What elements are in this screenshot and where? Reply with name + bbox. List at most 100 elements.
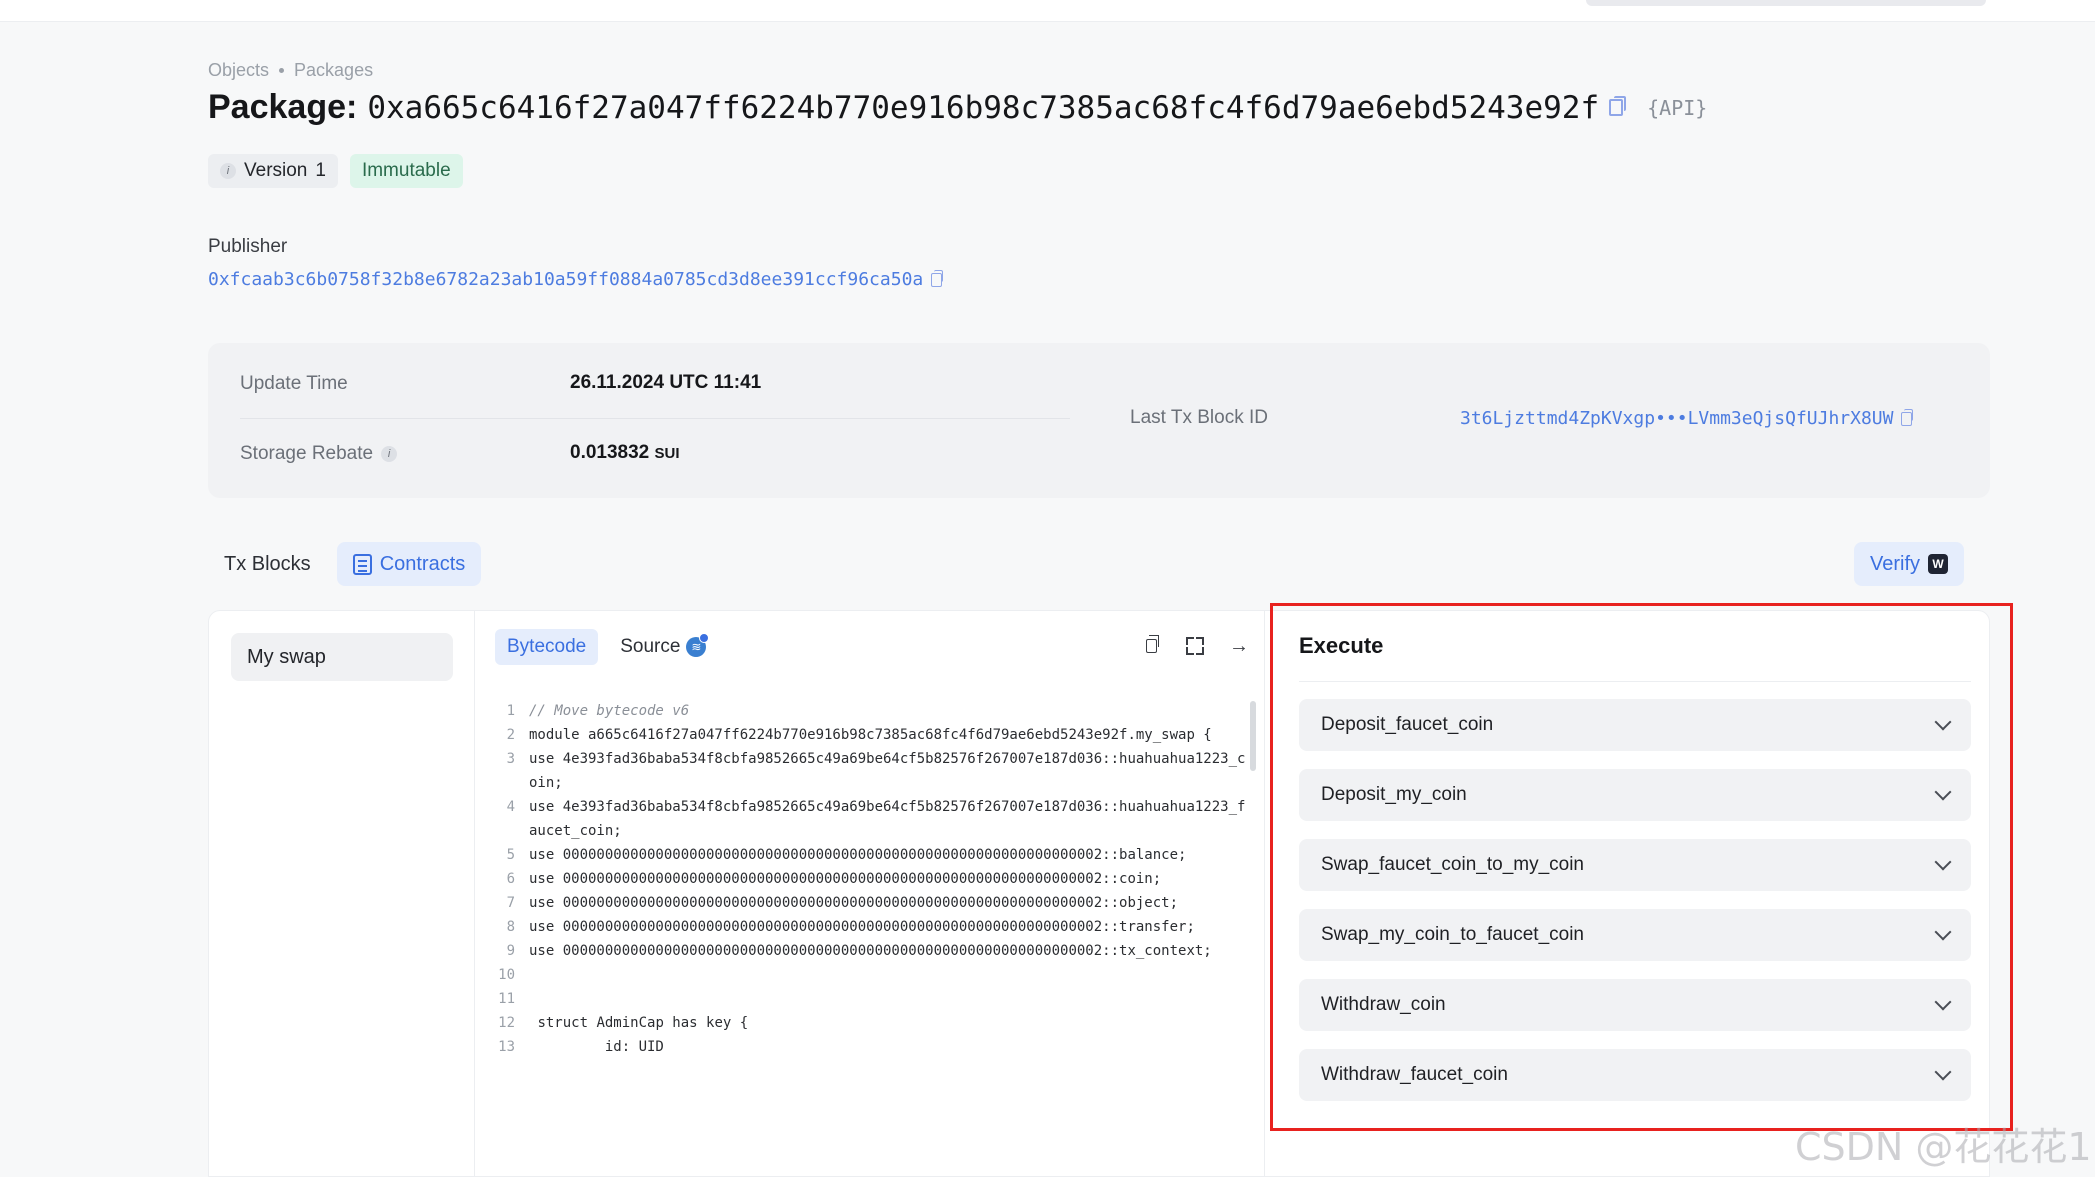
code-text: struct AdminCap has key { (529, 1015, 749, 1031)
execute-pane: Execute Deposit_faucet_coin Deposit_my_co… (1265, 611, 1991, 1177)
breadcrumb-packages[interactable]: Packages (294, 60, 373, 81)
tab-contracts[interactable]: Contracts (336, 542, 482, 586)
storage-rebate-value: 0.013832 SUI (570, 442, 680, 464)
function-item[interactable]: Swap_my_coin_to_faucet_coin (1299, 909, 1971, 961)
line-number: 4 (506, 799, 515, 815)
code-line: 12 struct AdminCap has key { (487, 1011, 1247, 1035)
function-label: Swap_faucet_coin_to_my_coin (1321, 854, 1585, 875)
arrow-right-icon[interactable]: → (1228, 635, 1250, 657)
chevron-down-icon (1934, 853, 1952, 871)
code-text: module a665c6416f27a047ff6224b770e916b98… (529, 727, 1212, 743)
execute-title: Execute (1299, 633, 1384, 658)
code-text: use 000000000000000000000000000000000000… (529, 871, 1162, 887)
function-item[interactable]: Swap_faucet_coin_to_my_coin (1299, 839, 1971, 891)
code-line: 2 module a665c6416f27a047ff6224b770e916b9… (487, 723, 1247, 747)
storage-rebate-amount: 0.013832 (570, 442, 650, 463)
code-line: 5 use 00000000000000000000000000000000000… (487, 843, 1247, 867)
code-line: 3 use 4e393fad36baba534f8cbfa9852665c49a6… (487, 747, 1247, 795)
watermark: CSDN @花花花1 (1795, 1125, 2092, 1169)
code-text: use 000000000000000000000000000000000000… (529, 943, 1212, 959)
version-label: Version (244, 160, 308, 181)
code-line: 4 use 4e393fad36baba534f8cbfa9852665c49a6… (487, 795, 1247, 843)
function-item[interactable]: Withdraw_coin (1299, 979, 1971, 1031)
function-label: Deposit_my_coin (1321, 784, 1467, 805)
package-address: 0xa665c6416f27a047ff6224b770e916b98c7385… (367, 89, 1600, 126)
line-number: 5 (506, 847, 515, 863)
function-item[interactable]: Withdraw_faucet_coin (1299, 1049, 1971, 1101)
function-label: Withdraw_faucet_coin (1321, 1064, 1508, 1085)
update-time-value: 26.11.2024 UTC 11:41 (570, 372, 762, 393)
code-scrollbar[interactable] (1250, 701, 1256, 771)
last-tx-value: 3t6Ljzttmd4ZpKVxgp•••LVmm3eQjsQfUJhrX8UW (1460, 408, 1914, 429)
line-number: 1 (506, 703, 515, 719)
verify-logo-icon: W (1928, 554, 1949, 574)
copy-code-button[interactable] (1140, 635, 1162, 657)
copy-icon[interactable] (1901, 408, 1914, 426)
copy-icon[interactable] (931, 269, 944, 287)
tab-bytecode[interactable]: Bytecode (495, 629, 599, 665)
api-link[interactable]: {API} (1647, 96, 1707, 120)
copy-icon[interactable] (1609, 96, 1627, 116)
module-list: My swap (209, 611, 475, 1177)
breadcrumb: Objects Packages (208, 60, 373, 81)
code-line: 8 use 00000000000000000000000000000000000… (487, 915, 1247, 939)
publisher-label: Publisher (208, 236, 288, 257)
verify-label: Verify (1870, 552, 1921, 575)
verify-button[interactable]: Verify W (1854, 542, 1965, 586)
line-number: 13 (498, 1039, 515, 1055)
code-text: use 000000000000000000000000000000000000… (529, 919, 1195, 935)
line-number: 8 (506, 919, 515, 935)
info-icon[interactable]: i (220, 163, 236, 179)
line-number: 12 (498, 1015, 515, 1031)
tab-source[interactable]: Source ≋ (608, 629, 718, 665)
storage-rebate-label-text: Storage Rebate (240, 443, 374, 464)
function-label: Withdraw_coin (1321, 994, 1446, 1015)
package-tabs: Tx Blocks Contracts (208, 542, 482, 586)
code-line: 9 use 00000000000000000000000000000000000… (487, 939, 1247, 963)
code-text: use 000000000000000000000000000000000000… (529, 847, 1187, 863)
source-verified-icon: ≋ (686, 633, 710, 657)
line-number: 10 (498, 967, 515, 983)
page-title-prefix: Package: (208, 88, 358, 126)
last-tx-link[interactable]: 3t6Ljzttmd4ZpKVxgp•••LVmm3eQjsQfUJhrX8UW (1460, 408, 1893, 429)
top-bar (0, 0, 2095, 22)
publisher-address: 0xfcaab3c6b0758f32b8e6782a23ab10a59ff088… (208, 269, 944, 290)
version-value: 1 (315, 160, 326, 181)
module-item-my-swap[interactable]: My swap (231, 633, 453, 681)
info-icon[interactable]: i (381, 446, 398, 462)
breadcrumb-objects[interactable]: Objects (208, 60, 269, 81)
chevron-down-icon (1934, 923, 1952, 941)
line-number: 9 (506, 943, 515, 959)
code-text: // Move bytecode v6 (529, 703, 690, 719)
package-info-card: Update Time 26.11.2024 UTC 11:41 Storage… (208, 343, 1990, 498)
update-time-label: Update Time (240, 373, 348, 394)
last-tx-label: Last Tx Block ID (1130, 407, 1268, 428)
function-label: Deposit_faucet_coin (1321, 714, 1494, 735)
line-number: 7 (506, 895, 515, 911)
function-item[interactable]: Deposit_faucet_coin (1299, 699, 1971, 751)
immutable-badge: Immutable (349, 154, 463, 188)
chevron-down-icon (1934, 783, 1952, 801)
divider (1299, 681, 1971, 682)
code-line: 7 use 00000000000000000000000000000000000… (487, 891, 1247, 915)
code-text: use 000000000000000000000000000000000000… (529, 895, 1179, 911)
code-text: use 4e393fad36baba534f8cbfa9852665c49a69… (529, 799, 1246, 839)
tab-tx-blocks-label: Tx Blocks (224, 552, 311, 575)
fullscreen-button[interactable] (1184, 635, 1206, 657)
version-badge: i Version 1 (208, 154, 338, 188)
page-title: Package: 0xa665c6416f27a047ff6224b770e91… (208, 88, 1707, 127)
function-item[interactable]: Deposit_my_coin (1299, 769, 1971, 821)
code-text: id: UID (529, 1039, 664, 1055)
tab-contracts-label: Contracts (379, 552, 466, 575)
chevron-down-icon (1934, 713, 1952, 731)
code-line: 10 (487, 963, 1247, 987)
copy-icon (1145, 635, 1159, 653)
package-badges: i Version 1 Immutable (208, 154, 463, 188)
tab-source-label: Source (620, 636, 681, 657)
chevron-down-icon (1934, 1063, 1952, 1081)
publisher-address-link[interactable]: 0xfcaab3c6b0758f32b8e6782a23ab10a59ff088… (208, 269, 923, 290)
contract-panel: My swap Bytecode Source ≋ → 1 // Move byt… (208, 610, 1990, 1177)
code-viewer[interactable]: 1 // Move bytecode v6 2 module a665c6416f27… (487, 699, 1247, 1177)
tab-tx-blocks[interactable]: Tx Blocks (208, 542, 327, 586)
search-bar[interactable] (1586, 0, 1986, 6)
